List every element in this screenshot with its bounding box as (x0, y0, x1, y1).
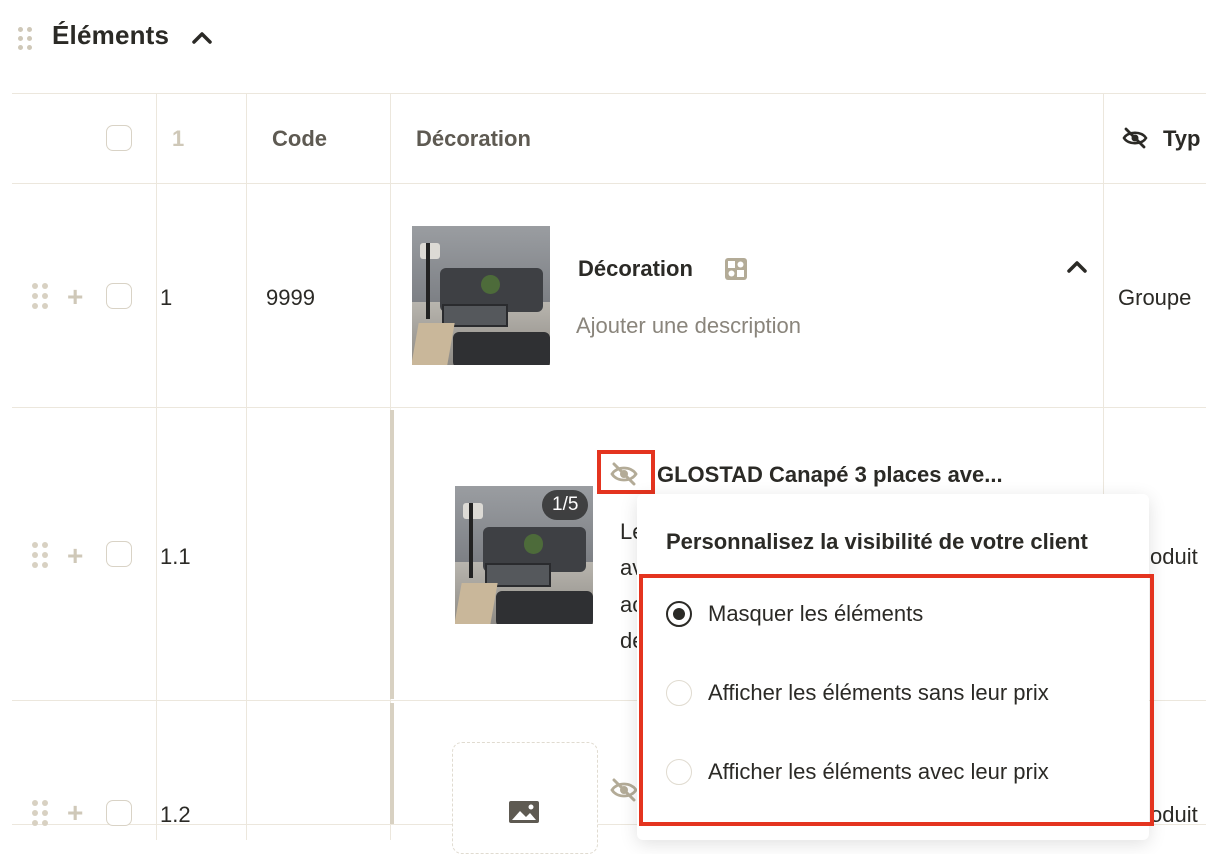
row-type: Groupe (1118, 285, 1192, 310)
radio-show-without-price[interactable] (666, 680, 692, 706)
section-title: Éléments (52, 20, 170, 50)
chevron-up-icon[interactable] (190, 27, 214, 47)
col-divider (246, 93, 247, 840)
row-checkbox[interactable] (106, 541, 132, 567)
product-title[interactable]: GLOSTAD Canapé 3 places ave... (657, 462, 1003, 488)
add-row-plus-icon[interactable]: + (67, 542, 83, 570)
row-checkbox[interactable] (106, 283, 132, 309)
nested-indent-bar (390, 703, 394, 824)
visibility-popup-title: Personnalisez la visibilité de votre cli… (666, 529, 1088, 554)
row-code[interactable]: 9999 (266, 285, 315, 311)
image-count-badge: 1/5 (542, 490, 589, 520)
eye-off-icon[interactable] (609, 777, 639, 803)
row-drag-handle-icon[interactable] (32, 800, 48, 826)
row-drag-handle-icon[interactable] (32, 542, 48, 568)
group-title[interactable]: Décoration (578, 256, 693, 282)
option-show-with-price-label[interactable]: Afficher les éléments avec leur prix (708, 759, 1049, 785)
header-index: 1 (172, 126, 185, 151)
header-bottom-border (12, 183, 1206, 184)
row-index: 1.2 (160, 802, 191, 827)
option-show-without-price-label[interactable]: Afficher les éléments sans leur prix (708, 680, 1049, 706)
row-type: oduit (1150, 544, 1198, 569)
add-row-plus-icon[interactable]: + (67, 283, 83, 311)
row-index: 1.1 (160, 544, 191, 569)
eye-off-icon[interactable] (1122, 126, 1148, 150)
eye-off-highlight (597, 450, 655, 494)
description-placeholder[interactable]: Ajouter une description (576, 313, 801, 339)
header-decoration[interactable]: Décoration (416, 126, 531, 152)
row-1-bottom-border (12, 407, 1206, 408)
row-type: oduit (1150, 802, 1198, 827)
image-icon (509, 801, 539, 823)
option-hide-elements-label[interactable]: Masquer les éléments (708, 601, 923, 627)
radio-show-with-price[interactable] (666, 759, 692, 785)
nested-indent-bar (390, 410, 394, 699)
chevron-up-icon[interactable] (1066, 258, 1088, 276)
add-row-plus-icon[interactable]: + (67, 799, 83, 827)
row-checkbox[interactable] (106, 800, 132, 826)
image-placeholder[interactable] (452, 742, 598, 854)
header-code[interactable]: Code (272, 126, 327, 152)
row-drag-handle-icon[interactable] (32, 283, 48, 309)
radio-hide-elements[interactable] (666, 601, 692, 627)
row-index: 1 (160, 285, 173, 310)
header-type[interactable]: Typ (1163, 126, 1200, 152)
select-all-checkbox[interactable] (106, 125, 132, 151)
col-divider (156, 93, 157, 840)
table-top-border (12, 93, 1206, 94)
product-image[interactable] (412, 226, 550, 365)
section-drag-handle-icon[interactable] (18, 27, 32, 50)
puzzle-icon (725, 258, 747, 280)
